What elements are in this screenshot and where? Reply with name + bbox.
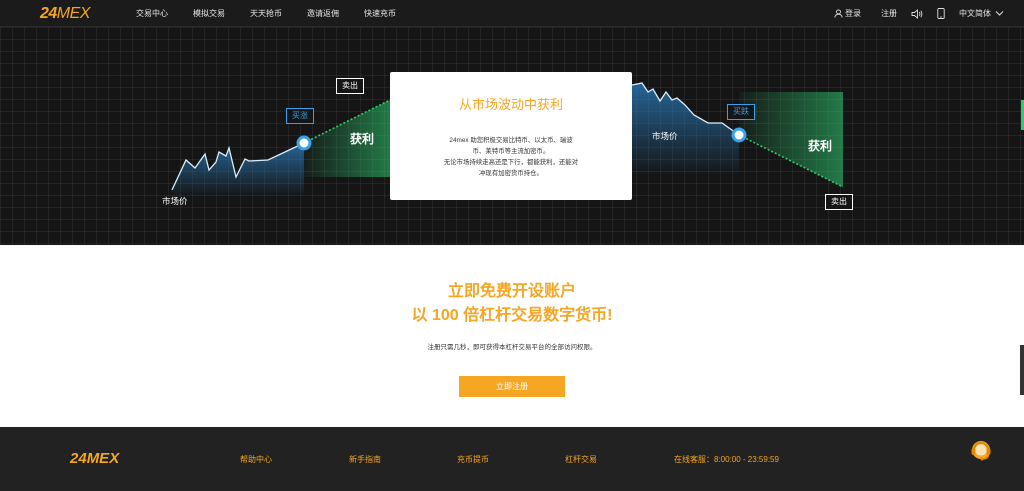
register-label: 注册 bbox=[881, 9, 897, 18]
footer-leverage-trading[interactable]: 杠杆交易 bbox=[565, 454, 597, 465]
promo-line-3: 无论市场持续走高还是下行，都能获利，还能对 bbox=[443, 159, 579, 166]
left-profit-label: 获利 bbox=[350, 132, 375, 146]
logo-number: 24 bbox=[40, 5, 57, 22]
right-market-label: 市场价 bbox=[652, 131, 678, 141]
main-menu: 交易中心 模拟交易 天天抢币 邀请返佣 快速充币 bbox=[136, 0, 421, 27]
speaker-icon bbox=[911, 8, 923, 19]
right-sell-tag: 卖出 bbox=[825, 194, 853, 210]
promo-card-text: 24mex 助您积极交易比特币、以太币、瑞波 币、莱特币等主流加密币。 无论市场… bbox=[425, 135, 597, 179]
register-now-button[interactable]: 立即注册 bbox=[459, 376, 565, 397]
login-label: 登录 bbox=[845, 9, 861, 18]
nav-demo-trading[interactable]: 模拟交易 bbox=[193, 0, 225, 27]
right-buy-tag: 买跌 bbox=[727, 104, 755, 120]
nav-right: 登录 注册 中文简体 bbox=[820, 0, 1004, 27]
nav-quick-deposit[interactable]: 快速充币 bbox=[364, 0, 396, 27]
footer: 24MEX 帮助中心 新手指南 充币提币 杠杆交易 在线客服：8:00:00 -… bbox=[0, 427, 1024, 491]
footer-logo[interactable]: 24MEX bbox=[70, 450, 119, 467]
page-scrollbar[interactable] bbox=[1020, 345, 1024, 395]
right-entry-point bbox=[731, 127, 747, 143]
mobile-icon bbox=[937, 8, 945, 19]
mobile-app-link[interactable] bbox=[937, 8, 945, 19]
promo-line-2: 币、莱特币等主流加密币。 bbox=[472, 148, 550, 155]
top-nav: 24MEX 交易中心 模拟交易 天天抢币 邀请返佣 快速充币 登录 注册 中文简… bbox=[0, 0, 1024, 27]
nav-invite-rebate[interactable]: 邀请返佣 bbox=[307, 0, 339, 27]
signup-heading-2: 以 100 倍杠杆交易数字货币! bbox=[411, 307, 613, 324]
left-sell-tag: 卖出 bbox=[336, 78, 364, 94]
headset-icon bbox=[971, 441, 991, 461]
nav-daily-grab[interactable]: 天天抢币 bbox=[250, 0, 282, 27]
sound-toggle[interactable] bbox=[911, 8, 923, 19]
hero-banner: 卖出 买涨 获利 市场价 买跌 市场价 获利 卖出 从市场波动中获利 24mex… bbox=[0, 27, 1024, 245]
language-label: 中文简体 bbox=[959, 9, 991, 18]
chevron-down-icon bbox=[995, 11, 1004, 16]
promo-card: 从市场波动中获利 24mex 助您积极交易比特币、以太币、瑞波 币、莱特币等主流… bbox=[390, 72, 632, 200]
nav-trading-center[interactable]: 交易中心 bbox=[136, 0, 168, 27]
footer-logo-text: MEX bbox=[86, 450, 120, 467]
signup-section: 立即免费开设账户 以 100 倍杠杆交易数字货币! 注册只需几秒，即可获得本杠杆… bbox=[0, 245, 1024, 427]
register-link[interactable]: 注册 bbox=[881, 8, 897, 19]
promo-card-title: 从市场波动中获利 bbox=[458, 97, 563, 112]
left-market-label: 市场价 bbox=[162, 196, 188, 206]
footer-deposit-withdraw[interactable]: 充币提币 bbox=[457, 454, 489, 465]
footer-beginner-guide[interactable]: 新手指南 bbox=[349, 454, 381, 465]
footer-help-center[interactable]: 帮助中心 bbox=[240, 454, 272, 465]
promo-line-4: 冲现有加密货币持仓。 bbox=[479, 170, 543, 177]
user-icon bbox=[834, 9, 843, 18]
login-link[interactable]: 登录 bbox=[834, 8, 861, 19]
right-price-area bbox=[632, 83, 739, 177]
right-profit-label: 获利 bbox=[808, 139, 833, 153]
signup-heading-1: 立即免费开设账户 bbox=[447, 283, 576, 300]
left-buy-tag: 买涨 bbox=[286, 108, 314, 124]
language-select[interactable]: 中文简体 bbox=[959, 8, 1004, 19]
footer-logo-number: 24 bbox=[70, 450, 87, 467]
left-entry-point bbox=[296, 135, 312, 151]
left-profit-area bbox=[304, 100, 390, 177]
customer-support-button[interactable] bbox=[966, 435, 996, 465]
left-price-area bbox=[172, 143, 304, 197]
logo[interactable]: 24MEX bbox=[40, 5, 90, 23]
promo-line-1: 24mex 助您积极交易比特币、以太币、瑞波 bbox=[449, 137, 573, 144]
footer-service-hours: 在线客服：8:00:00 - 23:59:59 bbox=[674, 455, 779, 464]
logo-text: MEX bbox=[56, 5, 91, 22]
signup-subtext: 注册只需几秒，即可获得本杠杆交易平台的全部访问权限。 bbox=[427, 344, 597, 351]
